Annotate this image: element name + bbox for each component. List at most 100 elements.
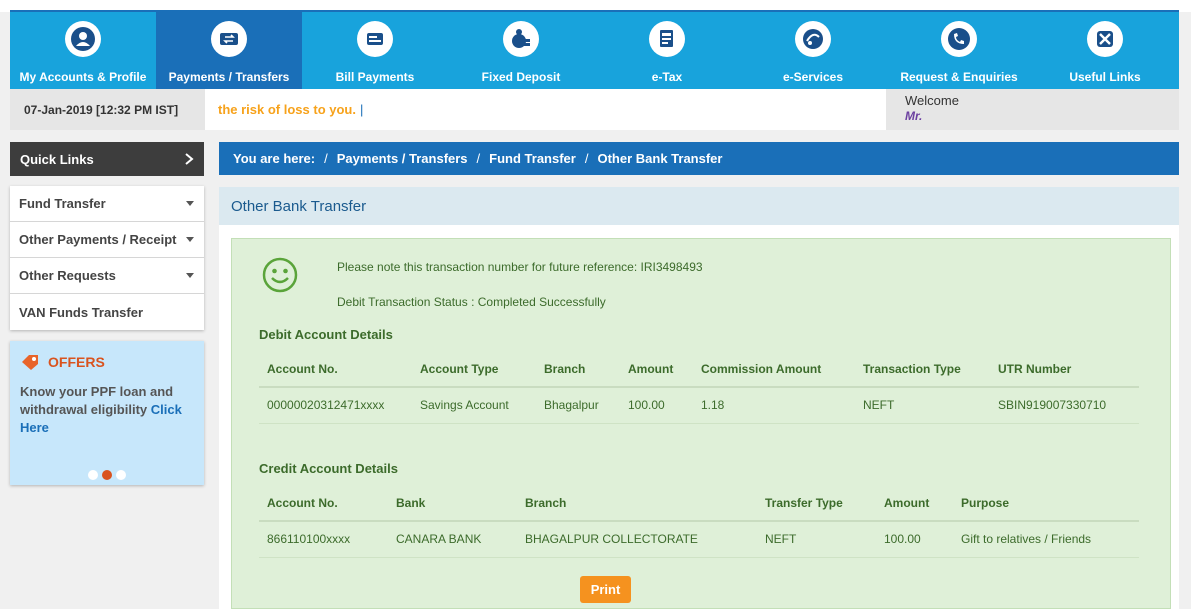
- table-header-row: Account No. Account Type Branch Amount C…: [259, 351, 1139, 388]
- table-cell: 1.18: [693, 387, 855, 424]
- sidebar-item-other-payments[interactable]: Other Payments / Receipt: [10, 222, 204, 258]
- welcome-box: Welcome Mr.: [886, 89, 1179, 130]
- sidebar-item-fund-transfer[interactable]: Fund Transfer: [10, 186, 204, 222]
- column-header: Transaction Type: [855, 351, 990, 388]
- sidebar-item-label: Fund Transfer: [19, 196, 106, 211]
- table-cell: NEFT: [757, 521, 876, 558]
- smiley-icon: [262, 257, 298, 293]
- chevron-right-icon: [185, 153, 194, 165]
- main-panel: Other Bank Transfer Please note this tra…: [219, 187, 1179, 609]
- nav-useful-links[interactable]: Useful Links: [1032, 12, 1178, 89]
- column-header: Purpose: [953, 485, 1139, 522]
- column-header: UTR Number: [990, 351, 1139, 388]
- nav-label: Bill Payments: [335, 70, 415, 84]
- nav-label: Request & Enquiries: [900, 70, 1018, 84]
- eservices-icon: [795, 21, 831, 57]
- table-cell: SBIN919007330710: [990, 387, 1139, 424]
- reference-message: Please note this transaction number for …: [337, 260, 703, 274]
- sidebar-item-label: VAN Funds Transfer: [19, 304, 144, 320]
- offers-body: Know your PPF loan and withdrawal eligib…: [20, 383, 194, 437]
- offers-heading: OFFERS: [20, 353, 194, 371]
- nav-fixed-deposit[interactable]: Fixed Deposit: [448, 12, 594, 89]
- credit-table: Account No. Bank Branch Transfer Type Am…: [259, 485, 1139, 558]
- nav-label: Useful Links: [1069, 70, 1141, 84]
- table-cell: CANARA BANK: [388, 521, 517, 558]
- table-cell: Savings Account: [412, 387, 536, 424]
- status-message: Debit Transaction Status : Completed Suc…: [337, 295, 606, 309]
- carousel-dot-active[interactable]: [102, 470, 112, 480]
- carousel-dots: [10, 470, 204, 480]
- table-row: 00000020312471xxxx Savings Account Bhaga…: [259, 387, 1139, 424]
- quick-links-header[interactable]: Quick Links: [10, 142, 204, 176]
- table-cell: 00000020312471xxxx: [259, 387, 412, 424]
- breadcrumb: You are here: / Payments / Transfers / F…: [219, 142, 1179, 175]
- welcome-label: Welcome: [905, 93, 959, 108]
- table-cell: BHAGALPUR COLLECTORATE: [517, 521, 757, 558]
- column-header: Transfer Type: [757, 485, 876, 522]
- column-header: Branch: [517, 485, 757, 522]
- ticker-cursor: |: [359, 102, 364, 117]
- nav-payments-transfers[interactable]: Payments / Transfers: [156, 12, 302, 89]
- column-header: Amount: [620, 351, 693, 388]
- table-header-row: Account No. Bank Branch Transfer Type Am…: [259, 485, 1139, 522]
- nav-e-tax[interactable]: e-Tax: [594, 12, 740, 89]
- breadcrumb-item[interactable]: Payments / Transfers: [337, 151, 468, 166]
- nav-request-enquiries[interactable]: Request & Enquiries: [886, 12, 1032, 89]
- sidebar-item-label: Other Payments / Receipt: [19, 232, 177, 247]
- print-button[interactable]: Print: [580, 576, 631, 603]
- column-header: Account No.: [259, 351, 412, 388]
- breadcrumb-item-current: Other Bank Transfer: [597, 151, 723, 166]
- breadcrumb-separator: /: [476, 151, 481, 166]
- nav-my-accounts[interactable]: My Accounts & Profile: [10, 12, 156, 89]
- debit-table: Account No. Account Type Branch Amount C…: [259, 351, 1139, 424]
- debit-section-title: Debit Account Details: [259, 327, 393, 342]
- nav-label: Payments / Transfers: [168, 70, 290, 84]
- page-title: Other Bank Transfer: [219, 187, 1179, 225]
- column-header: Account No.: [259, 485, 388, 522]
- links-icon: [1087, 21, 1123, 57]
- user-icon: [65, 21, 101, 57]
- breadcrumb-separator: /: [584, 151, 589, 166]
- sidebar-item-other-requests[interactable]: Other Requests: [10, 258, 204, 294]
- offers-card: OFFERS Know your PPF loan and withdrawal…: [10, 341, 204, 485]
- quick-links-list: Fund Transfer Other Payments / Receipt O…: [10, 186, 204, 330]
- column-header: Branch: [536, 351, 620, 388]
- table-cell: 100.00: [876, 521, 953, 558]
- nav-label: e-Tax: [651, 70, 683, 84]
- nav-bill-payments[interactable]: Bill Payments: [302, 12, 448, 89]
- caret-down-icon: [186, 273, 194, 278]
- column-header: Bank: [388, 485, 517, 522]
- top-strip: [0, 0, 1191, 12]
- breadcrumb-prefix: You are here:: [233, 151, 316, 166]
- phone-icon: [941, 21, 977, 57]
- main-nav: My Accounts & Profile Payments / Transfe…: [10, 12, 1179, 89]
- offers-title: OFFERS: [48, 354, 105, 370]
- nav-e-services[interactable]: e-Services: [740, 12, 886, 89]
- breadcrumb-item[interactable]: Fund Transfer: [489, 151, 576, 166]
- bill-icon: [357, 21, 393, 57]
- nav-label: e-Services: [782, 70, 844, 84]
- transfer-icon: [211, 21, 247, 57]
- carousel-dot[interactable]: [88, 470, 98, 480]
- column-header: Amount: [876, 485, 953, 522]
- table-cell: 866110100xxxx: [259, 521, 388, 558]
- table-cell: 100.00: [620, 387, 693, 424]
- tax-icon: [649, 21, 685, 57]
- quick-links-label: Quick Links: [20, 151, 94, 167]
- tag-icon: [22, 355, 38, 370]
- nav-label: Fixed Deposit: [481, 70, 561, 84]
- caret-down-icon: [186, 237, 194, 242]
- sidebar-item-label: Other Requests: [19, 268, 116, 283]
- table-cell: NEFT: [855, 387, 990, 424]
- nav-label: My Accounts & Profile: [19, 70, 147, 84]
- sidebar-item-van-funds-transfer[interactable]: VAN Funds Transfer: [10, 294, 204, 330]
- credit-section-title: Credit Account Details: [259, 461, 398, 476]
- user-name: Mr.: [905, 109, 923, 123]
- table-cell: Gift to relatives / Friends: [953, 521, 1139, 558]
- session-datetime: 07-Jan-2019 [12:32 PM IST]: [10, 89, 205, 130]
- column-header: Account Type: [412, 351, 536, 388]
- column-header: Commission Amount: [693, 351, 855, 388]
- table-cell: Bhagalpur: [536, 387, 620, 424]
- carousel-dot[interactable]: [116, 470, 126, 480]
- ticker-text: the risk of loss to you.: [218, 102, 356, 117]
